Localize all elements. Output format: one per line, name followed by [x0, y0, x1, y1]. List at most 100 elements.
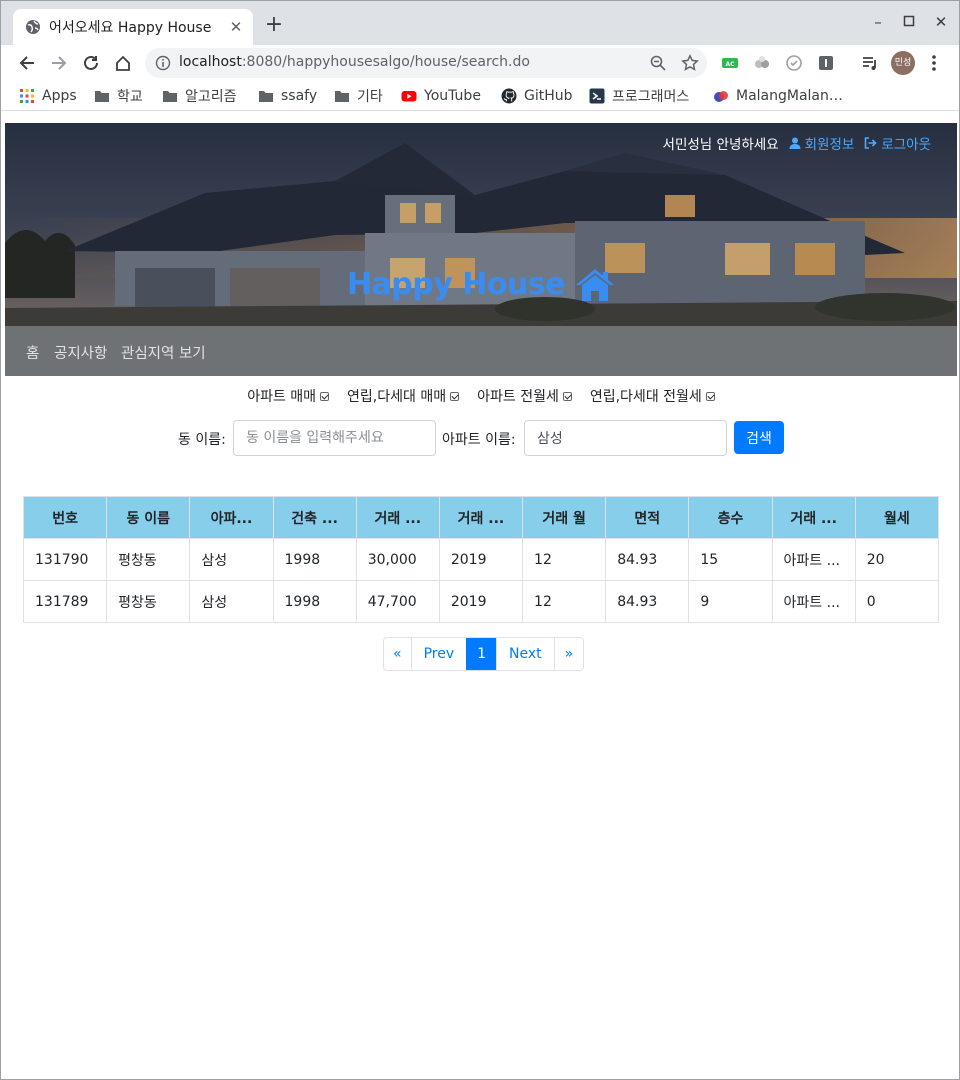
- page-prev-button[interactable]: Prev: [410, 638, 467, 670]
- apps-grid-icon: [20, 89, 34, 103]
- page-viewport: 서민성님 안녕하세요 회원정보 로그아웃 Happy House 홈 공지사항 …: [5, 123, 957, 1077]
- address-bar[interactable]: localhost:8080/happyhousesalgo/house/sea…: [145, 48, 707, 78]
- column-header[interactable]: 거래 ...: [355, 496, 440, 539]
- dong-input[interactable]: [233, 420, 436, 456]
- bookmark-malang[interactable]: MalangMalan…: [713, 85, 843, 107]
- filter-checkbox[interactable]: [705, 391, 715, 401]
- forward-icon[interactable]: [47, 51, 71, 75]
- bookmark-folder-school[interactable]: 학교: [94, 85, 143, 107]
- filter-villa-rent[interactable]: 연립,다세대 전월세: [590, 386, 715, 406]
- menu-kebab-icon[interactable]: [925, 53, 943, 73]
- profile-avatar[interactable]: 민성: [891, 51, 915, 75]
- media-queue-icon[interactable]: [861, 54, 879, 72]
- bookmark-folder-algorithm[interactable]: 알고리즘: [162, 85, 237, 107]
- filter-checkbox[interactable]: [450, 391, 460, 401]
- reload-icon[interactable]: [79, 51, 103, 75]
- home-icon: [576, 268, 615, 301]
- column-header[interactable]: 아파...: [189, 496, 274, 539]
- malang-icon: [714, 91, 728, 102]
- bookmark-label: 프로그래머스: [612, 89, 690, 105]
- table-row[interactable]: 131789 평창동 삼성 1998 47,700 2019 12 84.93 …: [22, 580, 940, 623]
- extension-ac-icon[interactable]: AC: [721, 54, 739, 72]
- tab-title: 어서오세요 Happy House: [49, 20, 212, 36]
- greeting-text: 서민성님 안녕하세요: [662, 137, 779, 153]
- close-tab-icon[interactable]: ✕: [227, 18, 245, 36]
- table-cell: 평창동: [106, 580, 191, 623]
- url-host: localhost: [179, 54, 242, 70]
- browser-window: 어서오세요 Happy House ✕ + – ✕ localhost:8080…: [0, 0, 960, 1080]
- table-cell: 2019: [438, 580, 524, 623]
- home-icon[interactable]: [111, 51, 135, 75]
- column-header[interactable]: 동 이름: [106, 496, 191, 539]
- column-header[interactable]: 건축 ...: [272, 496, 357, 539]
- star-icon[interactable]: [681, 54, 699, 72]
- logout-label: 로그아웃: [881, 137, 931, 153]
- column-header[interactable]: 층수: [688, 496, 773, 539]
- back-icon[interactable]: [15, 51, 39, 75]
- extension-shield-icon[interactable]: [785, 54, 803, 72]
- minimize-icon[interactable]: –: [869, 13, 887, 31]
- maximize-icon[interactable]: [900, 13, 918, 31]
- programmers-icon: [589, 88, 605, 104]
- url-path: :8080/happyhousesalgo/house/search.do: [241, 54, 530, 70]
- site-brand[interactable]: Happy House: [5, 267, 957, 302]
- apt-label: 아파트 이름:: [442, 432, 516, 448]
- bookmark-label: 기타: [357, 89, 383, 105]
- pagination: « Prev 1 Next »: [383, 637, 585, 671]
- filter-checkbox[interactable]: [562, 391, 572, 401]
- filter-apt-sale[interactable]: 아파트 매매: [247, 386, 330, 406]
- table-cell: 아파트 ...: [771, 538, 856, 581]
- bookmark-programmers[interactable]: 프로그래머스: [589, 85, 689, 107]
- search-form: 동 이름: 아파트 이름: 검색: [5, 420, 957, 456]
- bookmark-youtube[interactable]: YouTube: [401, 85, 481, 107]
- page-next-button[interactable]: Next: [496, 638, 554, 670]
- apt-input[interactable]: [524, 420, 727, 456]
- page-current-button[interactable]: 1: [466, 638, 497, 670]
- filter-apt-rent[interactable]: 아파트 전월세: [477, 386, 572, 406]
- site-info-icon[interactable]: [155, 55, 171, 71]
- bookmark-folder-ssafy[interactable]: ssafy: [258, 85, 317, 107]
- search-button[interactable]: 검색: [734, 421, 784, 454]
- nav-home[interactable]: 홈: [26, 342, 39, 363]
- bookmark-folder-etc[interactable]: 기타: [334, 85, 383, 107]
- member-info-link[interactable]: 회원정보: [789, 133, 854, 153]
- deal-type-filters: 아파트 매매 연립,다세대 매매 아파트 전월세 연립,다세대 전월세: [5, 386, 957, 406]
- bookmark-apps[interactable]: Apps: [19, 85, 77, 107]
- extension-dots-icon[interactable]: [753, 54, 771, 72]
- table-cell: 15: [688, 538, 773, 581]
- column-header[interactable]: 면적: [605, 496, 690, 539]
- column-header[interactable]: 거래 ...: [438, 496, 524, 539]
- nav-interest-area[interactable]: 관심지역 보기: [121, 342, 206, 363]
- column-header[interactable]: 월세: [854, 496, 940, 539]
- table-cell: 84.93: [605, 580, 690, 623]
- table-cell: 12: [522, 538, 607, 581]
- filter-villa-sale[interactable]: 연립,다세대 매매: [347, 386, 460, 406]
- column-header[interactable]: 거래 월: [522, 496, 607, 539]
- page-first-button[interactable]: «: [384, 638, 411, 670]
- filter-label: 연립,다세대 매매: [347, 389, 447, 405]
- nav-notice[interactable]: 공지사항: [54, 342, 107, 363]
- new-tab-icon[interactable]: +: [263, 14, 285, 37]
- column-header[interactable]: 거래 ...: [771, 496, 856, 539]
- logout-link[interactable]: 로그아웃: [864, 133, 931, 153]
- table-cell: 131790: [22, 538, 108, 581]
- table-cell: 47,700: [355, 580, 440, 623]
- youtube-icon: [401, 91, 417, 102]
- close-window-icon[interactable]: ✕: [932, 13, 950, 31]
- folder-icon: [163, 91, 177, 102]
- table-cell: 84.93: [605, 538, 690, 581]
- page-last-button[interactable]: »: [553, 638, 584, 670]
- dong-label: 동 이름:: [178, 432, 226, 448]
- filter-checkbox[interactable]: [320, 391, 330, 401]
- user-greeting: 서민성님 안녕하세요 회원정보 로그아웃: [663, 133, 931, 153]
- bookmark-label: 알고리즘: [185, 89, 237, 105]
- bookmark-label: 학교: [117, 89, 143, 105]
- bookmark-github[interactable]: GitHub: [501, 85, 573, 107]
- zoom-icon[interactable]: [649, 54, 667, 72]
- table-row[interactable]: 131790 평창동 삼성 1998 30,000 2019 12 84.93 …: [22, 538, 940, 581]
- column-header[interactable]: 번호: [22, 496, 108, 539]
- extension-reader-icon[interactable]: [817, 54, 835, 72]
- hero-header: 서민성님 안녕하세요 회원정보 로그아웃 Happy House: [5, 123, 957, 326]
- browser-tab[interactable]: 어서오세요 Happy House ✕: [13, 9, 253, 45]
- table-cell: 0: [854, 580, 940, 623]
